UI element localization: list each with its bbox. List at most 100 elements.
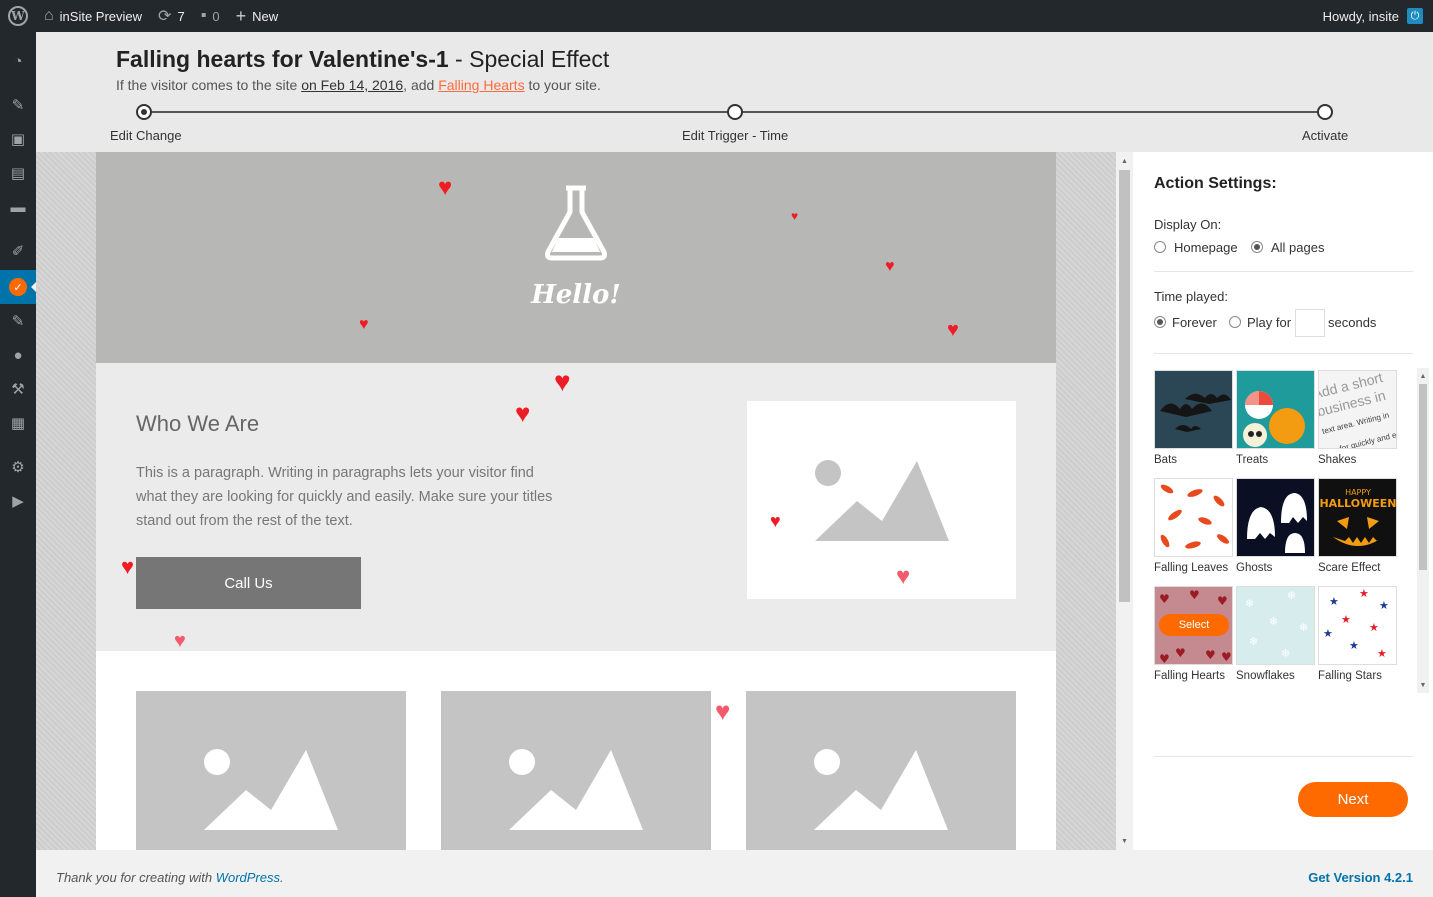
effect-snowflakes[interactable]: ❄ ❄ ❄ ❄ ❄ ❄ Snowflakes	[1236, 586, 1315, 682]
about-section: Who We Are This is a paragraph. Writing …	[96, 363, 1056, 651]
svg-text:♥: ♥	[1221, 650, 1232, 664]
step-1-circle[interactable]	[136, 104, 152, 120]
svg-text:❄: ❄	[1269, 615, 1278, 628]
step-2-circle[interactable]	[727, 104, 743, 120]
forever-option-label[interactable]: Forever	[1172, 315, 1217, 330]
site-preview: Hello! Who We Are This is a paragraph. W…	[36, 152, 1133, 850]
radio-homepage[interactable]	[1154, 241, 1166, 253]
refresh-icon: ⟳	[158, 8, 172, 25]
admin-menu: ◔ ✎ ▣ ▤ ▬ ✐ ✓ ✎ ● ⚒ ▦ ⚙ ▶	[0, 32, 36, 897]
power-icon[interactable]: ⏻	[1407, 8, 1423, 24]
call-us-button[interactable]: Call Us	[136, 557, 361, 609]
tools-icon[interactable]: ⚒	[0, 372, 36, 406]
step-3-label[interactable]: Activate	[1302, 128, 1348, 143]
comments-link[interactable]: ▪ 0	[193, 0, 228, 32]
svg-text:★: ★	[1377, 647, 1387, 660]
hero-section: Hello!	[96, 152, 1056, 363]
subtitle-mid: , add	[403, 77, 439, 93]
dashboard-icon[interactable]: ◔	[0, 44, 36, 78]
svg-text:♥: ♥	[1159, 652, 1170, 665]
footer-thanks-prefix: Thank you for creating with	[56, 870, 216, 885]
heart-icon: ♥	[715, 696, 731, 726]
page-header: Falling hearts for Valentine's-1 - Speci…	[36, 32, 1433, 152]
title-rest: - Special Effect	[448, 46, 610, 72]
effect-treats[interactable]: Treats	[1236, 370, 1315, 466]
svg-text:★: ★	[1369, 621, 1379, 634]
shakes-sample-text: Add a short business in text area. Writing…	[1318, 370, 1397, 449]
footer-thanks: Thank you for creating with WordPress.	[56, 870, 284, 885]
all-pages-option-label[interactable]: All pages	[1271, 240, 1324, 255]
insite-check-icon[interactable]: ✓	[0, 270, 36, 304]
heart-icon: ♥	[947, 319, 959, 341]
account-greeting[interactable]: Howdy, insite	[1323, 9, 1399, 24]
site-name-link[interactable]: ⌂ inSite Preview	[36, 0, 150, 32]
seconds-label: seconds	[1328, 315, 1377, 330]
effect-falling-leaves[interactable]: Falling Leaves	[1154, 478, 1233, 574]
wordpress-link[interactable]: WordPress	[216, 870, 280, 885]
effect-bats[interactable]: Bats	[1154, 370, 1233, 466]
heart-icon: ♥	[554, 366, 571, 397]
pin-icon[interactable]: ✎	[0, 88, 36, 122]
wordpress-logo-icon[interactable]: W	[0, 0, 36, 32]
play-for-option-label[interactable]: Play for	[1247, 315, 1291, 330]
heart-icon: ♥	[896, 563, 911, 590]
step-2-label[interactable]: Edit Trigger - Time	[682, 128, 788, 143]
play-icon[interactable]: ▶	[0, 484, 36, 518]
heart-icon: ♥	[515, 398, 531, 428]
scroll-down-icon[interactable]: ▼	[1417, 678, 1429, 692]
preview-scrollbar[interactable]: ▲ ▼	[1116, 152, 1133, 850]
updates-count: 7	[177, 8, 185, 24]
scroll-up-icon[interactable]: ▲	[1116, 154, 1133, 168]
users-icon[interactable]: ●	[0, 338, 36, 372]
effect-falling-hearts[interactable]: ♥ ♥ ♥ ♥ ♥ ♥ ♥ Select Falling Hearts	[1154, 586, 1233, 682]
svg-text:★: ★	[1349, 639, 1359, 652]
effect-name: Shakes	[1318, 454, 1357, 466]
heart-icon: ♥	[791, 209, 799, 223]
plugins-icon[interactable]: ✎	[0, 304, 36, 338]
radio-all-pages[interactable]	[1251, 241, 1263, 253]
media-icon[interactable]: ▣	[0, 122, 36, 156]
gear-icon[interactable]: ⚙	[0, 450, 36, 484]
scrollbar-thumb[interactable]	[1419, 384, 1427, 570]
scroll-up-icon[interactable]: ▲	[1417, 369, 1429, 383]
trigger-date-link[interactable]: on Feb 14, 2016	[301, 77, 403, 93]
shakes-thumbnail: Add a short business in text area. Writing…	[1318, 370, 1397, 449]
scrollbar-thumb[interactable]	[1119, 170, 1130, 602]
svg-text:★: ★	[1379, 599, 1389, 612]
new-content-link[interactable]: + New	[228, 0, 287, 32]
effect-ghosts[interactable]: Ghosts	[1236, 478, 1315, 574]
appearance-icon[interactable]: ✐	[0, 234, 36, 268]
seconds-input[interactable]	[1295, 309, 1325, 337]
comments-icon[interactable]: ▬	[0, 190, 36, 224]
get-version-link[interactable]: Get Version 4.2.1	[1308, 870, 1413, 885]
settings-grid-icon[interactable]: ▦	[0, 406, 36, 440]
effects-scrollbar[interactable]: ▲ ▼	[1417, 368, 1429, 693]
effect-link[interactable]: Falling Hearts	[438, 77, 524, 93]
effect-name: Treats	[1236, 454, 1269, 466]
radio-play-for[interactable]	[1229, 316, 1241, 328]
svg-text:★: ★	[1359, 587, 1369, 600]
time-played-label: Time played:	[1154, 289, 1228, 304]
svg-text:HALLOWEEN: HALLOWEEN	[1319, 497, 1396, 510]
home-icon: ⌂	[44, 7, 54, 24]
heart-icon: ♥	[174, 630, 186, 652]
scroll-down-icon[interactable]: ▼	[1116, 834, 1133, 848]
next-button[interactable]: Next	[1298, 782, 1408, 817]
effect-falling-stars[interactable]: ★ ★ ★ ★ ★ ★ ★ ★ Falling Stars	[1318, 586, 1397, 682]
svg-text:❄: ❄	[1249, 635, 1258, 648]
step-1-label[interactable]: Edit Change	[110, 128, 182, 143]
svg-text:★: ★	[1341, 613, 1351, 626]
svg-text:♥: ♥	[1205, 648, 1216, 662]
bats-thumbnail	[1154, 370, 1233, 449]
homepage-option-label[interactable]: Homepage	[1174, 240, 1238, 255]
effect-name: Snowflakes	[1236, 670, 1295, 682]
effect-shakes[interactable]: Add a short business in text area. Writing…	[1318, 370, 1397, 466]
pages-icon[interactable]: ▤	[0, 156, 36, 190]
effect-scare[interactable]: HAPPY HALLOWEEN Scare Effect	[1318, 478, 1397, 574]
admin-bar: W ⌂ inSite Preview ⟳ 7 ▪ 0 + New Howdy, …	[0, 0, 1433, 32]
radio-forever[interactable]	[1154, 316, 1166, 328]
select-effect-button[interactable]: Select	[1159, 614, 1229, 636]
step-3-circle[interactable]	[1317, 104, 1333, 120]
flask-icon	[545, 185, 607, 261]
updates-link[interactable]: ⟳ 7	[150, 0, 193, 32]
